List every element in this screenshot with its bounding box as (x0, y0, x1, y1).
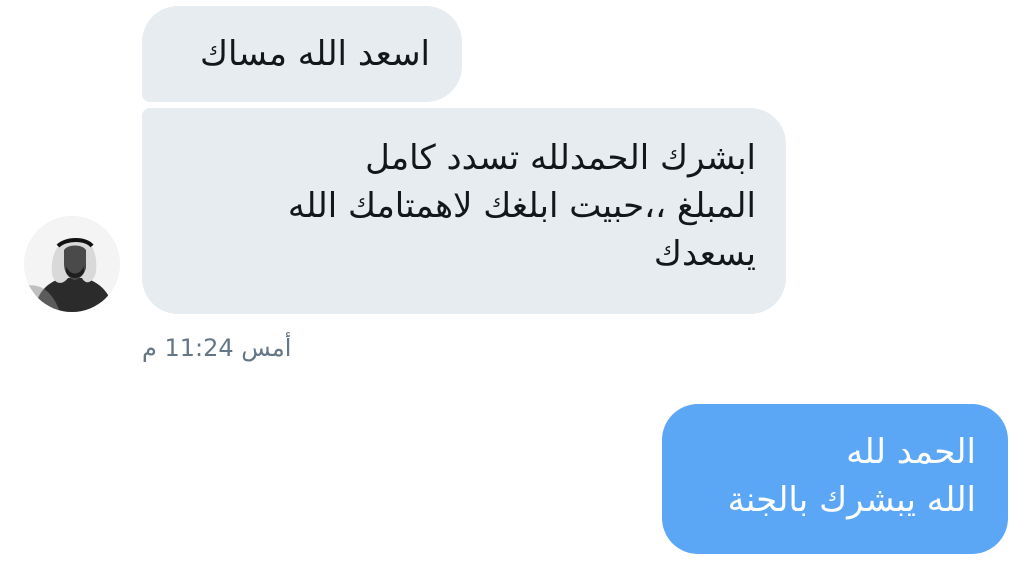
avatar-photo-icon (24, 216, 120, 312)
received-message-bubble[interactable]: ابشرك الحمدلله تسدد كامل المبلغ ،،حبيت ا… (142, 108, 786, 314)
message-timestamp: أمس 11:24 م (142, 330, 342, 366)
received-message-bubble[interactable]: اسعد الله مساك (142, 6, 462, 102)
timestamp-text: أمس 11:24 م (142, 334, 292, 362)
sent-message-bubble[interactable]: الحمد لله الله يبشرك بالجنة (662, 404, 1008, 554)
avatar[interactable] (24, 216, 120, 312)
message-thread: اسعد الله مساك ابشرك الحمدلله تسدد كامل … (0, 0, 1024, 568)
